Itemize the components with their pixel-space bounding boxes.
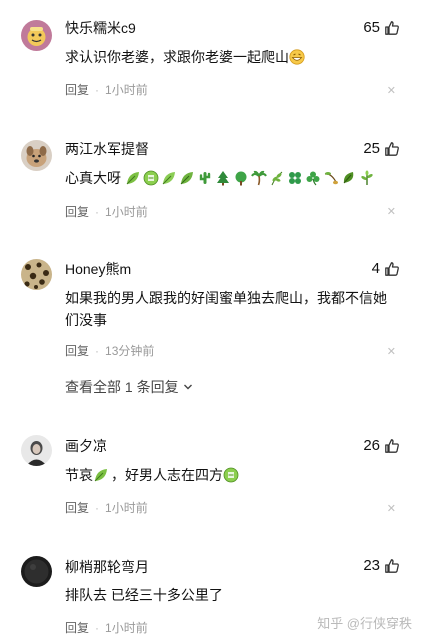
username[interactable]: 快乐糯米c9 bbox=[65, 19, 136, 37]
palm-emoji-icon bbox=[250, 170, 267, 186]
reply-button[interactable]: 回复 bbox=[65, 81, 89, 98]
grin-emoji-icon bbox=[289, 49, 305, 65]
like-button[interactable]: 25 bbox=[363, 140, 400, 157]
close-icon[interactable]: ✕ bbox=[387, 346, 396, 358]
plant-emoji-icon bbox=[361, 170, 373, 185]
comment-meta: 回复 · 13分钟前 bbox=[65, 342, 154, 359]
like-count: 26 bbox=[363, 437, 380, 454]
shamrock-emoji-icon bbox=[306, 171, 320, 186]
bitter-emoji-icon bbox=[223, 467, 239, 483]
view-all-replies-link[interactable]: 查看全部 1 条回复 bbox=[65, 377, 193, 397]
comment-time: 1小时前 bbox=[105, 501, 148, 515]
reply-button[interactable]: 回复 bbox=[65, 203, 89, 220]
comment-text: 心真大呀 bbox=[65, 167, 405, 189]
username[interactable]: 两江水军提督 bbox=[65, 140, 149, 158]
tree-emoji-icon bbox=[235, 171, 247, 186]
comment-time: 1小时前 bbox=[105, 83, 148, 97]
avatar[interactable] bbox=[21, 140, 52, 171]
comment-text: 排队去 已经三十多公里了 bbox=[65, 587, 223, 603]
comment-time: 13分钟前 bbox=[105, 344, 155, 358]
separator-dot: · bbox=[95, 204, 100, 219]
leaf-emoji-icon bbox=[162, 172, 175, 185]
like-button[interactable]: 26 bbox=[363, 437, 400, 454]
avatar[interactable] bbox=[21, 259, 52, 290]
comment-time: 1小时前 bbox=[105, 205, 148, 219]
like-button[interactable]: 4 bbox=[372, 260, 400, 277]
thumbs-up-icon bbox=[385, 558, 399, 573]
comment-meta: 回复 · 1小时前 bbox=[65, 81, 148, 98]
reply-button[interactable]: 回复 bbox=[65, 619, 89, 636]
sprout-emoji-icon bbox=[324, 172, 338, 185]
username[interactable]: 画夕凉 bbox=[65, 437, 107, 455]
separator-dot: · bbox=[95, 82, 100, 97]
avatar[interactable] bbox=[21, 20, 52, 51]
username[interactable]: Honey熊m bbox=[65, 260, 131, 278]
reply-button[interactable]: 回复 bbox=[65, 499, 89, 516]
comment-meta: 回复 · 1小时前 bbox=[65, 619, 148, 636]
close-icon[interactable]: ✕ bbox=[387, 85, 396, 97]
view-all-label: 查看全部 1 条回复 bbox=[65, 379, 179, 395]
like-button[interactable]: 23 bbox=[363, 557, 400, 574]
thumbs-up-icon bbox=[385, 438, 399, 453]
thumbs-up-icon bbox=[385, 20, 399, 35]
herb-emoji-icon bbox=[271, 171, 283, 186]
separator-dot: · bbox=[95, 500, 100, 515]
avatar[interactable] bbox=[21, 556, 52, 587]
like-button[interactable]: 65 bbox=[363, 19, 400, 36]
leaf-emoji-icon bbox=[343, 172, 354, 184]
like-count: 65 bbox=[363, 19, 380, 36]
close-icon[interactable]: ✕ bbox=[387, 206, 396, 218]
comment-text: 求认识你老婆，求跟你老婆一起爬山 bbox=[65, 46, 405, 68]
bitter-emoji-icon bbox=[143, 170, 159, 186]
separator-dot: · bbox=[95, 620, 100, 635]
comment-meta: 回复 · 1小时前 bbox=[65, 203, 148, 220]
leaf-emoji-icon bbox=[94, 469, 107, 482]
username[interactable]: 柳梢那轮弯月 bbox=[65, 558, 149, 576]
clover-emoji-icon bbox=[288, 172, 301, 184]
comment-text: 节哀 ，好男人志在四方 bbox=[65, 464, 405, 486]
like-count: 4 bbox=[371, 260, 380, 277]
thumbs-up-icon bbox=[385, 261, 399, 276]
comment-text: 如果我的男人跟我的好闺蜜单独去爬山，我都不信她们没事 bbox=[65, 290, 387, 328]
tree-emoji-icon bbox=[216, 171, 229, 186]
close-icon[interactable]: ✕ bbox=[387, 503, 396, 515]
avatar[interactable] bbox=[21, 435, 52, 466]
thumbs-up-icon bbox=[385, 141, 399, 156]
like-count: 23 bbox=[363, 557, 380, 574]
watermark: 知乎 @行侠穿秩 bbox=[317, 616, 412, 631]
leaf-emoji-icon bbox=[126, 172, 139, 185]
reply-button[interactable]: 回复 bbox=[65, 342, 89, 359]
comment-time: 1小时前 bbox=[105, 621, 148, 635]
like-count: 25 bbox=[363, 140, 380, 157]
separator-dot: · bbox=[95, 343, 100, 358]
cactus-emoji-icon bbox=[199, 172, 211, 184]
comment-meta: 回复 · 1小时前 bbox=[65, 499, 148, 516]
leaf-emoji-icon bbox=[180, 172, 193, 185]
chevron-down-icon bbox=[183, 384, 192, 390]
